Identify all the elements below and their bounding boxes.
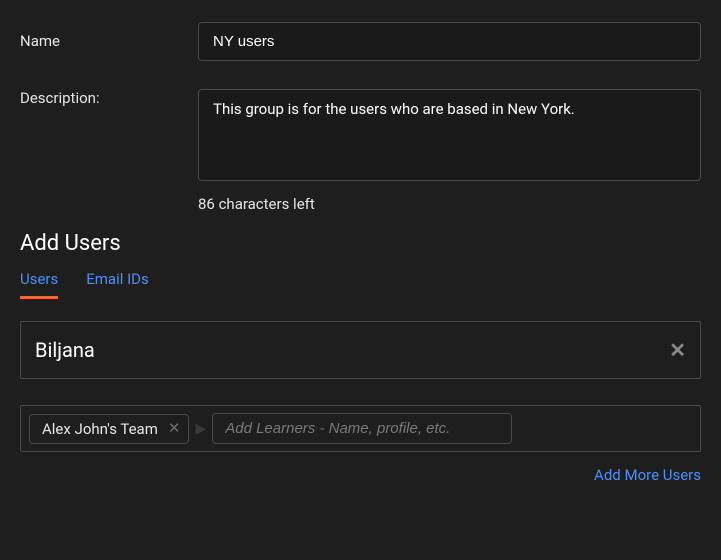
team-chip-label: Alex John's Team bbox=[42, 420, 158, 438]
name-field-row: Name bbox=[20, 22, 701, 61]
description-field-row: Description: 86 characters left bbox=[20, 89, 701, 213]
clear-search-icon[interactable]: ✕ bbox=[669, 340, 686, 360]
description-char-counter: 86 characters left bbox=[198, 195, 701, 213]
description-textarea[interactable] bbox=[198, 89, 701, 181]
remove-chip-icon[interactable]: ✕ bbox=[168, 421, 181, 436]
tab-users[interactable]: Users bbox=[20, 270, 58, 299]
user-search-box[interactable]: Biljana ✕ bbox=[20, 321, 701, 379]
description-label: Description: bbox=[20, 89, 198, 107]
selected-users-row[interactable]: Alex John's Team ✕ ▶ bbox=[20, 405, 701, 452]
add-users-tabs: Users Email IDs bbox=[20, 270, 701, 299]
team-chip: Alex John's Team ✕ bbox=[29, 414, 189, 444]
name-input[interactable] bbox=[198, 22, 701, 61]
add-learners-input[interactable] bbox=[212, 413, 512, 444]
add-more-row: Add More Users bbox=[20, 466, 701, 484]
add-users-heading: Add Users bbox=[20, 231, 701, 256]
name-label: Name bbox=[20, 22, 198, 50]
chevron-right-icon: ▶ bbox=[195, 421, 206, 437]
user-search-value: Biljana bbox=[35, 338, 95, 362]
add-more-users-link[interactable]: Add More Users bbox=[594, 466, 701, 484]
tab-email-ids[interactable]: Email IDs bbox=[86, 270, 149, 299]
